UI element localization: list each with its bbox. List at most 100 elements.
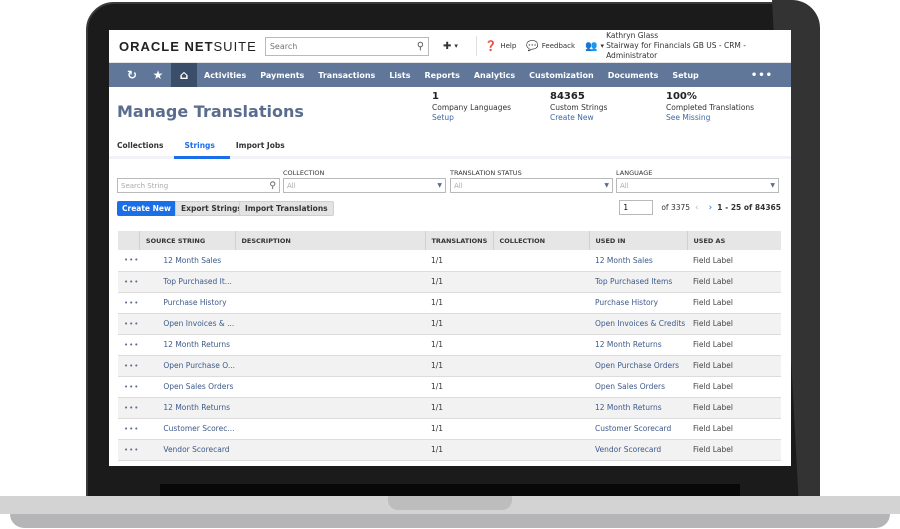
nav-setup[interactable]: Setup bbox=[665, 71, 705, 80]
translations-cell: 1/1 bbox=[425, 376, 493, 398]
source-string-link[interactable]: Open Purchase O... bbox=[139, 355, 235, 377]
col-used-in[interactable]: USED IN bbox=[588, 231, 687, 250]
source-string-link[interactable]: Purchase History bbox=[139, 292, 235, 314]
user-menu[interactable]: 👥 ▾ Kathryn Glass Stairway for Financial… bbox=[585, 31, 791, 61]
used-in-link[interactable]: Purchase History bbox=[589, 292, 687, 314]
col-description[interactable]: DESCRIPTION bbox=[234, 231, 425, 250]
used-in-link[interactable]: Vendor Scorecard bbox=[589, 439, 687, 461]
import-translations-button[interactable]: Import Translations bbox=[239, 201, 334, 216]
translation-status-select[interactable]: All ▼ bbox=[450, 178, 613, 193]
chevron-left-icon[interactable]: ‹ bbox=[695, 203, 699, 213]
create-new-button[interactable]: Create New bbox=[117, 201, 176, 216]
used-in-link[interactable]: Open Purchase Orders bbox=[589, 355, 687, 377]
used-in-link[interactable]: Open Sales Orders bbox=[589, 376, 687, 398]
row-menu-icon[interactable]: ••• bbox=[118, 271, 140, 293]
col-translations[interactable]: TRANSLATIONS bbox=[424, 231, 493, 250]
table-row[interactable]: ••• Open Sales Orders 1/1 Open Sales Orders… bbox=[118, 376, 781, 398]
description-cell bbox=[235, 355, 425, 377]
table-row[interactable]: ••• Vendor Scorecard 1/1 Vendor Scorecard Fi… bbox=[118, 439, 781, 461]
table-row[interactable]: ••• Top Purchased It... 1/1 Top Purchased I… bbox=[118, 271, 781, 293]
page-number-input[interactable] bbox=[619, 200, 654, 215]
used-in-link[interactable]: 12 Month Returns bbox=[589, 334, 687, 356]
create-new-link[interactable]: Create New bbox=[550, 113, 607, 123]
used-in-link[interactable]: 12 Month Sales bbox=[589, 250, 687, 272]
search-string-field[interactable]: Search String ⚲ bbox=[117, 178, 280, 193]
nav-documents[interactable]: Documents bbox=[601, 71, 666, 80]
tab-strings[interactable]: Strings bbox=[174, 141, 231, 159]
table-row[interactable]: ••• 12 Month Returns 1/1 12 Month Returns Fi… bbox=[118, 397, 781, 419]
source-string-link[interactable]: 12 Month Sales bbox=[139, 250, 235, 272]
row-menu-icon[interactable]: ••• bbox=[118, 355, 140, 377]
col-menu bbox=[118, 231, 140, 250]
table-row[interactable]: ••• 12 Month Returns 1/1 12 Month Returns Fi… bbox=[118, 334, 781, 356]
nav-customization[interactable]: Customization bbox=[522, 71, 601, 80]
help-link[interactable]: ❓ Help bbox=[485, 41, 516, 52]
star-icon[interactable]: ★ bbox=[145, 63, 171, 87]
collection-select[interactable]: All ▼ bbox=[283, 178, 446, 193]
table-row[interactable]: ••• Open Invoices & ... 1/1 Open Invoices &… bbox=[118, 313, 781, 335]
source-string-link[interactable]: Vendor Scorecard bbox=[139, 439, 235, 461]
source-string-link[interactable]: Top Purchased It... bbox=[139, 271, 235, 293]
tab-import-jobs[interactable]: Import Jobs bbox=[236, 141, 292, 156]
setup-link[interactable]: Setup bbox=[432, 113, 511, 123]
nav-transactions[interactable]: Transactions bbox=[311, 71, 382, 80]
more-menu-icon[interactable]: ••• bbox=[751, 70, 773, 81]
global-search-input[interactable] bbox=[269, 41, 417, 51]
col-source-string[interactable]: SOURCE STRING bbox=[138, 231, 235, 250]
language-select[interactable]: All ▼ bbox=[616, 178, 779, 193]
row-menu-icon[interactable]: ••• bbox=[118, 334, 140, 356]
col-used-as[interactable]: USED AS bbox=[686, 231, 781, 250]
used-in-link[interactable]: 12 Month Returns bbox=[589, 397, 687, 419]
row-menu-icon[interactable]: ••• bbox=[118, 292, 140, 314]
feedback-label: Feedback bbox=[541, 42, 576, 50]
row-menu-icon[interactable]: ••• bbox=[118, 418, 140, 440]
source-string-link[interactable]: Open Invoices & ... bbox=[139, 313, 235, 335]
used-in-link[interactable]: Customer Scorecard bbox=[589, 418, 687, 440]
export-strings-button[interactable]: Export Strings bbox=[175, 201, 248, 216]
laptop-notch bbox=[388, 496, 512, 510]
source-string-link[interactable]: Customer Scorec... bbox=[139, 418, 235, 440]
chevron-down-icon: ▼ bbox=[770, 182, 775, 189]
used-in-link[interactable]: Open Invoices & Credits bbox=[589, 313, 687, 335]
home-icon[interactable]: ⌂ bbox=[171, 63, 197, 87]
search-icon[interactable]: ⚲ bbox=[269, 181, 276, 191]
divider bbox=[475, 36, 477, 56]
recent-records-icon[interactable]: ↻ bbox=[119, 63, 145, 87]
feedback-icon: 💬 bbox=[526, 40, 539, 52]
translations-cell: 1/1 bbox=[425, 397, 493, 419]
feedback-link[interactable]: 💬 Feedback bbox=[526, 41, 575, 52]
translations-cell: 1/1 bbox=[425, 271, 493, 293]
nav-reports[interactable]: Reports bbox=[418, 71, 467, 80]
nav-payments[interactable]: Payments bbox=[253, 71, 311, 80]
table-row[interactable]: ••• Customer Scorec... 1/1 Customer Scoreca… bbox=[118, 418, 781, 440]
translations-cell: 1/1 bbox=[425, 334, 493, 356]
row-menu-icon[interactable]: ••• bbox=[118, 439, 140, 461]
row-menu-icon[interactable]: ••• bbox=[118, 397, 140, 419]
row-menu-icon[interactable]: ••• bbox=[118, 250, 140, 272]
row-menu-icon[interactable]: ••• bbox=[118, 376, 140, 398]
create-menu[interactable]: ✚ ▾ bbox=[443, 41, 458, 52]
search-icon[interactable]: ⚲ bbox=[417, 41, 424, 52]
stat-custom-strings: 84365 Custom Strings Create New bbox=[550, 91, 607, 123]
source-string-link[interactable]: 12 Month Returns bbox=[139, 334, 235, 356]
tab-collections[interactable]: Collections bbox=[117, 141, 170, 156]
collection-value: All bbox=[287, 181, 296, 190]
row-menu-icon[interactable]: ••• bbox=[118, 313, 140, 335]
source-string-link[interactable]: Open Sales Orders bbox=[139, 376, 235, 398]
chevron-right-icon[interactable]: › bbox=[709, 203, 713, 213]
col-collection[interactable]: COLLECTION bbox=[492, 231, 589, 250]
global-search[interactable]: ⚲ bbox=[264, 36, 430, 56]
table-row[interactable]: ••• Purchase History 1/1 Purchase History Fi… bbox=[118, 292, 781, 314]
nav-activities[interactable]: Activities bbox=[197, 71, 253, 80]
table-row[interactable]: ••• Open Purchase O... 1/1 Open Purchase Or… bbox=[118, 355, 781, 377]
table-row[interactable]: ••• 12 Month Sales 1/1 12 Month Sales Field … bbox=[118, 250, 781, 272]
see-missing-link[interactable]: See Missing bbox=[666, 113, 754, 123]
help-label: Help bbox=[500, 42, 517, 50]
stat-label: Custom Strings bbox=[550, 103, 608, 112]
nav-lists[interactable]: Lists bbox=[382, 71, 417, 80]
collection-cell bbox=[493, 334, 589, 356]
netsuite-logo[interactable]: ORACLE NETSUITE bbox=[119, 39, 257, 54]
used-in-link[interactable]: Top Purchased Items bbox=[589, 271, 687, 293]
nav-analytics[interactable]: Analytics bbox=[467, 71, 522, 80]
source-string-link[interactable]: 12 Month Returns bbox=[139, 397, 235, 419]
